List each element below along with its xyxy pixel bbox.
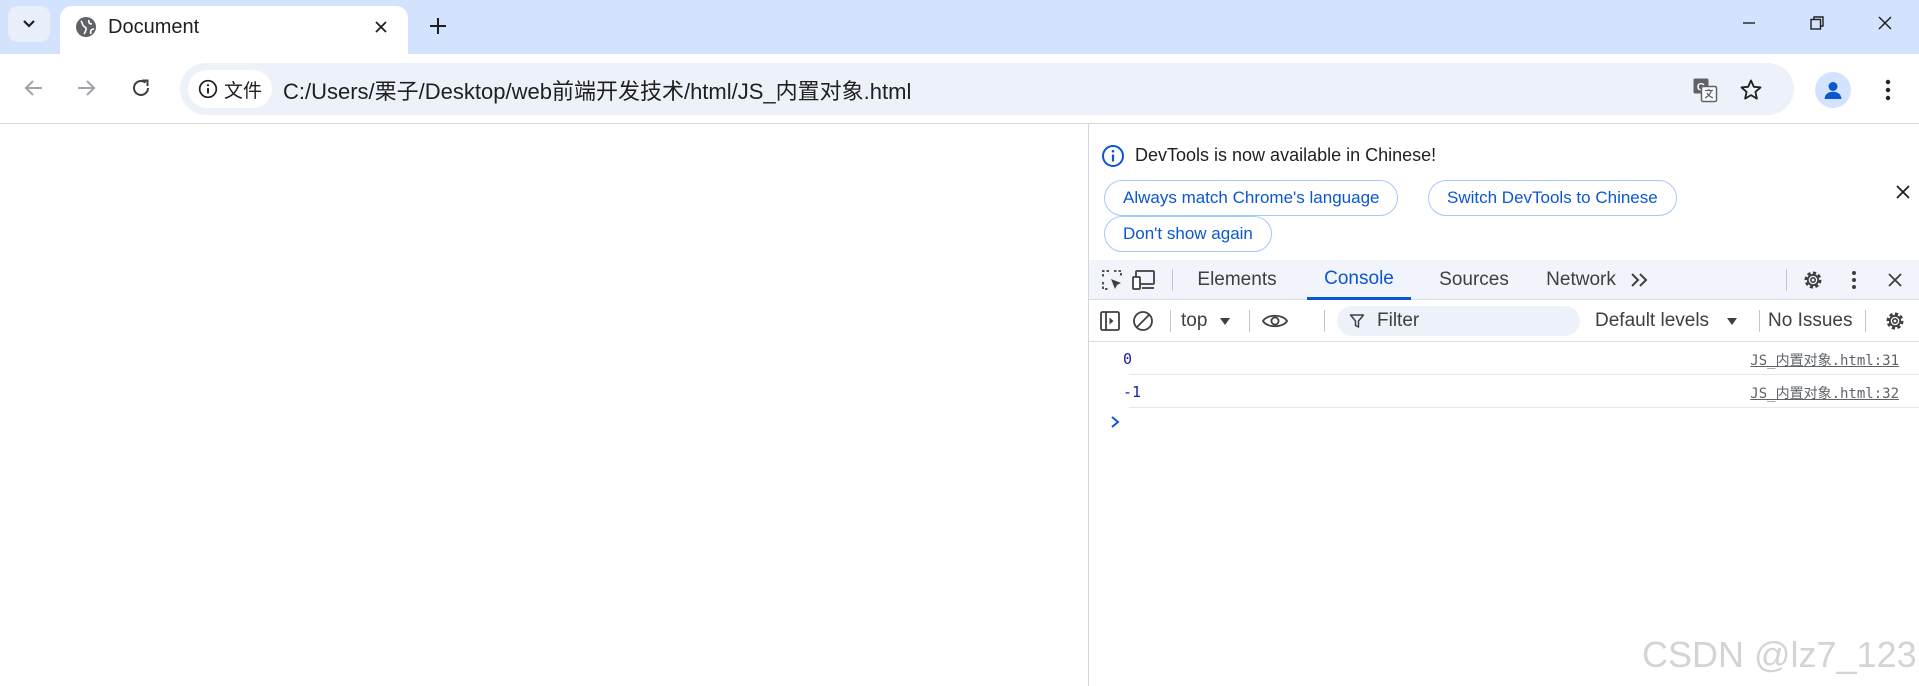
live-expression-button[interactable] [1259,308,1291,334]
inspect-element-button[interactable] [1099,267,1125,293]
more-vert-icon [1885,79,1891,101]
context-selector[interactable]: top [1181,300,1237,342]
browser-toolbar: 文件 C:/Users/栗子/Desktop/web前端开发技术/html/JS… [0,54,1919,124]
info-icon [198,79,218,99]
site-chip-label: 文件 [224,80,263,102]
star-icon [1740,79,1762,100]
device-icon [1132,270,1155,290]
separator [1786,269,1787,291]
console-value: 0 [1123,350,1133,368]
console-message: -1 JS_内置对象.html:32 [1123,375,1919,408]
switch-to-chinese-button[interactable]: Switch DevTools to Chinese [1428,180,1677,216]
clear-console-button[interactable] [1130,308,1156,334]
log-levels-label: Default levels [1595,310,1710,331]
page-viewport [0,124,1088,686]
close-icon [375,21,387,33]
arrow-right-icon [78,80,96,96]
always-match-language-button[interactable]: Always match Chrome's language [1104,180,1399,216]
chevron-double-right-icon [1631,273,1648,287]
back-button[interactable] [16,70,52,106]
devtools-settings-button[interactable] [1800,267,1826,293]
more-tabs-button[interactable] [1626,267,1652,293]
separator [1865,310,1866,332]
filter-placeholder: Filter [1377,310,1420,331]
plus-icon [430,18,446,34]
chevron-right-icon [1111,416,1120,428]
eye-icon [1261,314,1289,328]
browser-menu-button[interactable] [1870,72,1906,108]
separator [1759,310,1760,332]
source-link[interactable]: JS_内置对象.html:31 [1750,350,1899,370]
tab-console[interactable]: Console [1307,260,1411,300]
sidebar-toggle-button[interactable] [1097,308,1123,334]
new-tab-button[interactable] [422,10,454,42]
console-settings-button[interactable] [1882,308,1908,334]
device-toolbar-button[interactable] [1132,267,1158,293]
triangle-down-icon [1220,318,1230,325]
separator [1249,310,1250,332]
bookmark-button[interactable] [1736,75,1766,105]
context-label: top [1181,310,1208,331]
tab-close-button[interactable] [368,14,394,40]
source-link[interactable]: JS_内置对象.html:32 [1750,383,1899,403]
watermark: CSDN @lz7_123 [1642,634,1917,675]
devtools-close-button[interactable] [1882,267,1908,293]
forward-button[interactable] [68,70,104,106]
more-vert-icon [1852,271,1856,289]
devtools-menu-button[interactable] [1841,267,1867,293]
address-bar[interactable]: 文件 C:/Users/栗子/Desktop/web前端开发技术/html/JS… [180,63,1794,115]
close-icon [1888,273,1902,287]
inspect-icon [1102,270,1122,290]
translate-button[interactable]: G [1690,75,1720,105]
chevron-down-icon [23,20,35,28]
log-levels-dropdown[interactable]: Default levels [1595,300,1737,342]
filter-icon [1349,314,1365,328]
devtools-panel: DevTools is now available in Chinese! Al… [1088,124,1919,686]
close-window-button[interactable] [1851,0,1919,46]
console-messages: 0 JS_内置对象.html:31 -1 JS_内置对象.html:32 [1089,342,1919,428]
issues-counter[interactable]: No Issues [1768,310,1852,332]
profile-button[interactable] [1815,72,1851,108]
gear-icon [1804,271,1822,289]
reload-icon [133,79,149,96]
info-icon [1102,145,1124,167]
tab-title: Document [108,16,200,38]
minimize-button[interactable] [1715,0,1783,46]
infobar-message: DevTools is now available in Chinese! [1135,145,1437,165]
block-icon [1133,311,1153,331]
console-prompt[interactable] [1105,412,1125,432]
tab-search-button[interactable] [8,6,50,42]
restore-icon [1810,16,1824,30]
close-icon [1878,16,1892,30]
console-toolbar: top Filter Default levels No Issues [1089,300,1919,342]
arrow-left-icon [24,80,42,96]
tab-strip: Document [0,0,1919,54]
devtools-tab-bar: Elements Console Sources Network [1089,260,1919,300]
reload-button[interactable] [123,70,159,106]
triangle-down-icon [1727,318,1737,325]
infobar-close-button[interactable] [1891,180,1915,204]
restore-button[interactable] [1783,0,1851,46]
gear-icon [1886,312,1904,330]
url-text[interactable]: C:/Users/栗子/Desktop/web前端开发技术/html/JS_内置… [283,74,911,106]
tab-elements[interactable]: Elements [1181,260,1293,300]
avatar-icon [1824,82,1842,99]
filter-input[interactable]: Filter [1337,306,1580,336]
language-infobar: DevTools is now available in Chinese! Al… [1089,124,1919,260]
separator [1172,269,1173,291]
translate-icon: G [1693,78,1718,103]
close-icon [1896,185,1910,199]
browser-tab[interactable]: Document [60,6,408,54]
console-value: -1 [1123,383,1142,401]
minimize-icon [1743,22,1755,24]
console-message: 0 JS_内置对象.html:31 [1123,342,1919,375]
tab-sources[interactable]: Sources [1425,260,1523,300]
sidebar-icon [1100,311,1120,331]
dont-show-again-button[interactable]: Don't show again [1104,216,1272,252]
globe-icon [76,17,96,37]
separator [1170,310,1171,332]
tab-network[interactable]: Network [1531,260,1631,300]
separator [1324,310,1325,332]
